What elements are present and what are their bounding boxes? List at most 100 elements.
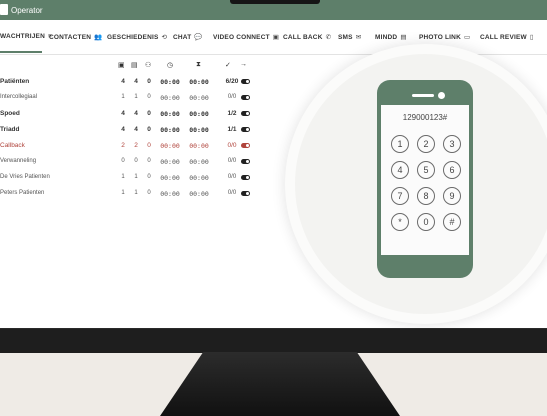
tab-chat[interactable]: CHAT 💬 bbox=[173, 33, 203, 41]
phone-dialer: 129000123# 1 2 3 4 5 6 7 8 9 * 0 # bbox=[377, 80, 473, 278]
cell-a: 4 bbox=[121, 126, 125, 133]
queue-toggle[interactable] bbox=[241, 127, 250, 132]
queue-toggle[interactable] bbox=[241, 175, 250, 180]
queue-toggle[interactable] bbox=[241, 159, 250, 164]
photo-icon: ▭ bbox=[463, 34, 471, 41]
queue-toggle[interactable] bbox=[241, 143, 250, 148]
table-row[interactable]: Intercollegiaal 1 1 0 00:00 00:00 0/0 bbox=[0, 92, 260, 106]
contacts-icon: 👥 bbox=[94, 34, 103, 41]
cell-c: 0 bbox=[147, 142, 151, 149]
cell-a: 0 bbox=[121, 158, 125, 164]
cell-a: 1 bbox=[121, 174, 125, 180]
tab-call-back[interactable]: CALL BACK ✆ bbox=[283, 33, 331, 41]
callback-icon: ✆ bbox=[325, 34, 332, 41]
cell-b: 1 bbox=[134, 174, 138, 180]
tab-geschiedenis[interactable]: GESCHIEDENIS ⟲ bbox=[107, 33, 167, 41]
camera-icon bbox=[438, 92, 445, 99]
cell-a: 4 bbox=[121, 110, 125, 117]
tab-label: PHOTO LINK bbox=[419, 34, 461, 41]
key-hash-button[interactable]: # bbox=[443, 213, 461, 231]
waiting-icon: ▤ bbox=[131, 62, 138, 69]
check-icon: ✓ bbox=[225, 62, 231, 69]
queue-name: Triadd bbox=[0, 126, 20, 133]
key-2-button[interactable]: 2 bbox=[417, 135, 435, 153]
tab-label: CONTACTEN bbox=[49, 34, 92, 41]
window-title: Operator bbox=[11, 6, 43, 15]
key-star-button[interactable]: * bbox=[391, 213, 409, 231]
cell-t1: 00:00 bbox=[160, 126, 180, 134]
tab-video-connect[interactable]: VIDEO CONNECT ▣ bbox=[213, 33, 279, 41]
table-row[interactable]: Callback 2 2 0 00:00 00:00 0/0 bbox=[0, 140, 260, 154]
cell-b: 4 bbox=[134, 126, 138, 133]
cell-t2: 00:00 bbox=[189, 110, 209, 118]
login-icon: → bbox=[240, 61, 247, 68]
key-5-button[interactable]: 5 bbox=[417, 161, 435, 179]
key-6-button[interactable]: 6 bbox=[443, 161, 461, 179]
queue-name: Callback bbox=[0, 142, 25, 149]
tab-label: CHAT bbox=[173, 34, 192, 41]
cell-b: 1 bbox=[134, 94, 138, 100]
cell-t2: 00:00 bbox=[189, 158, 209, 166]
cell-c: 0 bbox=[147, 158, 151, 164]
table-row[interactable]: De Vries Patienten 1 1 0 00:00 00:00 0/0 bbox=[0, 172, 260, 186]
key-4-button[interactable]: 4 bbox=[391, 161, 409, 179]
queue-toggle[interactable] bbox=[241, 111, 250, 116]
cell-t2: 00:00 bbox=[189, 142, 209, 150]
key-0-button[interactable]: 0 bbox=[417, 213, 435, 231]
cell-ratio: 0/0 bbox=[227, 142, 237, 149]
cell-b: 0 bbox=[134, 158, 138, 164]
sms-icon: ✉ bbox=[355, 34, 362, 41]
tab-sms[interactable]: SMS ✉ bbox=[338, 33, 361, 41]
cell-t1: 00:00 bbox=[160, 190, 180, 198]
table-row[interactable]: Patiënten 4 4 0 00:00 00:00 6/20 bbox=[0, 76, 260, 90]
dialed-number: 129000123# bbox=[402, 113, 448, 122]
table-row[interactable]: Spoed 4 4 0 00:00 00:00 1/2 bbox=[0, 108, 260, 122]
cell-a: 1 bbox=[121, 94, 125, 100]
tab-label: CALL BACK bbox=[283, 34, 323, 41]
tab-wachtrijen[interactable]: WACHTRIJEN ≡ bbox=[0, 33, 52, 40]
mindd-icon: ▤ bbox=[400, 34, 407, 41]
cell-ratio: 1/1 bbox=[227, 126, 237, 133]
monitor-chin bbox=[0, 328, 547, 353]
queue-name: De Vries Patienten bbox=[0, 174, 50, 180]
app-logo-icon bbox=[0, 4, 8, 15]
cell-a: 2 bbox=[121, 142, 125, 149]
queue-name: Spoed bbox=[0, 110, 20, 117]
tab-mindd[interactable]: MINDD ▤ bbox=[375, 33, 407, 41]
cell-ratio: 0/0 bbox=[227, 174, 237, 180]
queue-toggle[interactable] bbox=[241, 191, 250, 196]
tab-contacten[interactable]: CONTACTEN 👥 bbox=[49, 33, 102, 41]
cell-a: 1 bbox=[121, 190, 125, 196]
table-row[interactable]: Peters Patienten 1 1 0 00:00 00:00 0/0 bbox=[0, 188, 260, 202]
key-3-button[interactable]: 3 bbox=[443, 135, 461, 153]
chat-icon: 💬 bbox=[194, 34, 203, 41]
key-1-button[interactable]: 1 bbox=[391, 135, 409, 153]
queue-name: Peters Patienten bbox=[0, 190, 45, 196]
table-row[interactable]: Verwanneling 0 0 0 00:00 00:00 0/0 bbox=[0, 156, 260, 170]
cell-t1: 00:00 bbox=[160, 94, 180, 102]
queue-toggle[interactable] bbox=[241, 79, 250, 84]
table-row[interactable]: Triadd 4 4 0 00:00 00:00 1/1 bbox=[0, 124, 260, 138]
queue-icon: ▣ bbox=[118, 62, 125, 69]
tab-call-review[interactable]: CALL REVIEW ▯ bbox=[480, 33, 534, 41]
cell-t2: 00:00 bbox=[189, 174, 209, 182]
tab-label: GESCHIEDENIS bbox=[107, 34, 159, 41]
agents-icon: ⚇ bbox=[145, 62, 152, 69]
phone-screen: 129000123# 1 2 3 4 5 6 7 8 9 * 0 # bbox=[381, 105, 469, 255]
cell-b: 4 bbox=[134, 110, 138, 117]
queue-toggle[interactable] bbox=[241, 95, 250, 100]
cell-ratio: 0/0 bbox=[227, 94, 237, 100]
key-7-button[interactable]: 7 bbox=[391, 187, 409, 205]
cell-t2: 00:00 bbox=[189, 94, 209, 102]
cell-b: 4 bbox=[134, 78, 138, 85]
key-8-button[interactable]: 8 bbox=[417, 187, 435, 205]
tab-photo-link[interactable]: PHOTO LINK ▭ bbox=[419, 33, 470, 41]
key-9-button[interactable]: 9 bbox=[443, 187, 461, 205]
clock-icon: ◷ bbox=[167, 62, 174, 69]
cell-t2: 00:00 bbox=[189, 126, 209, 134]
cell-a: 4 bbox=[121, 78, 125, 85]
cell-t1: 00:00 bbox=[160, 78, 180, 86]
monitor-camera-notch bbox=[230, 0, 320, 4]
cell-b: 1 bbox=[134, 190, 138, 196]
tab-label: CALL REVIEW bbox=[480, 34, 527, 41]
